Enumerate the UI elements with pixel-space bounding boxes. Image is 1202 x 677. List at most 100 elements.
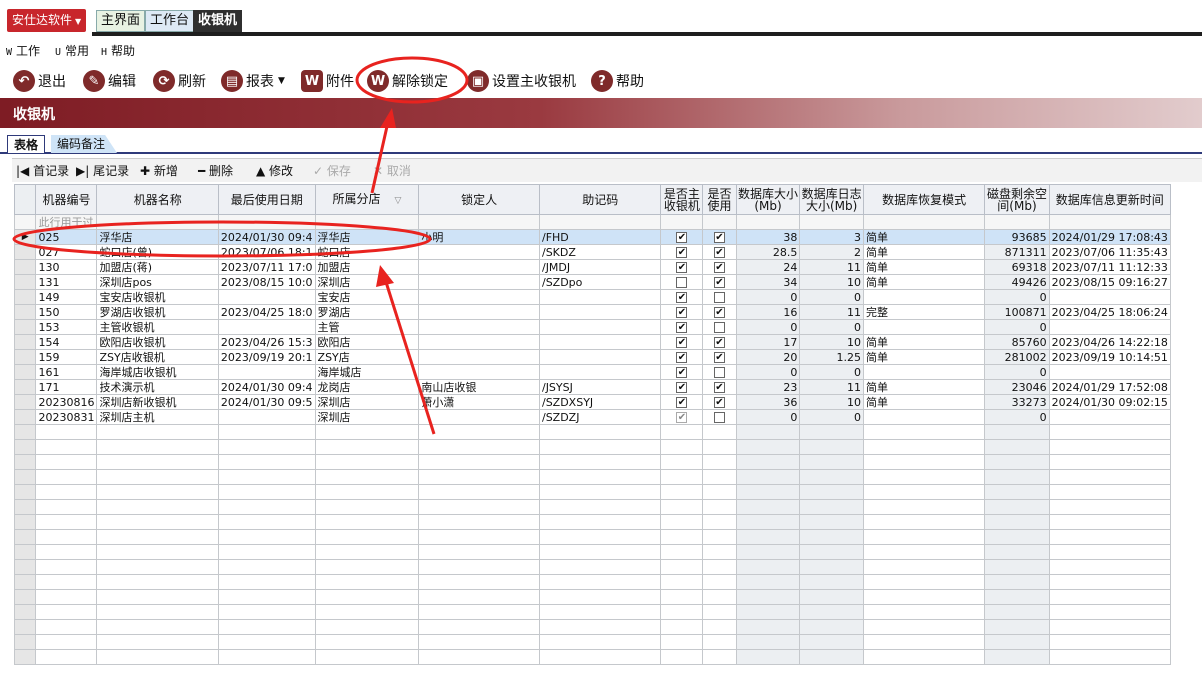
cell-log-size[interactable]: 11 [799, 379, 865, 395]
cell-disk-free[interactable]: 23046 [984, 379, 1050, 395]
row-indicator[interactable] [14, 349, 37, 365]
menu-help[interactable]: H 帮助 [101, 42, 135, 62]
cell-branch[interactable]: 罗湖店 [314, 304, 420, 320]
table-row[interactable]: ▶ 025 浮华店 2024/01/30 09:4 浮华店 小明/FHD ✔ ✔ 38 3 简单 93… [14, 229, 1171, 245]
cell-machine-name[interactable]: 欧阳店收银机 [96, 334, 219, 350]
table-row[interactable]: 153 主管收银机 主管 ✔ 0 0 0 [14, 319, 1171, 335]
checkbox-unchecked[interactable] [714, 322, 725, 333]
row-indicator[interactable] [14, 274, 37, 290]
cell-machine-name[interactable]: 宝安店收银机 [96, 289, 219, 305]
cell-machine-id[interactable]: 161 [35, 364, 98, 380]
cell-last-used[interactable] [217, 364, 316, 380]
table-row[interactable]: 20230816 深圳店新收银机 2024/01/30 09:5 深圳店 萧小潇/SZD… [14, 394, 1171, 410]
table-row[interactable]: 171 技术演示机 2024/01/30 09:4 龙岗店 南山店收银/JSYSJ ✔ ✔ 2… [14, 379, 1171, 395]
cell-disk-free[interactable]: 0 [984, 289, 1050, 305]
cell-branch[interactable]: 加盟店 [314, 259, 420, 275]
row-indicator[interactable] [14, 394, 37, 410]
row-indicator[interactable] [14, 364, 37, 380]
cell-code[interactable]: /JMDJ [538, 259, 662, 275]
checkbox-cell[interactable]: ✔ [660, 259, 704, 275]
help-button[interactable]: ? 帮助 [591, 68, 644, 94]
cell-branch[interactable]: 浮华店 [314, 229, 420, 245]
cell-recovery-mode[interactable] [863, 289, 986, 305]
cell-machine-name[interactable]: 深圳店新收银机 [96, 394, 219, 410]
menu-work[interactable]: W 工作 [6, 42, 40, 62]
cell-machine-id[interactable]: 027 [35, 244, 98, 260]
checkbox-cell[interactable]: ✔ [702, 304, 737, 320]
first-record-button[interactable]: |◀ 首记录 [16, 162, 69, 180]
cell-locker[interactable]: 南山店收银 [418, 379, 540, 395]
cell-db-size[interactable]: 17 [735, 334, 801, 350]
cell-locker[interactable] [418, 289, 540, 305]
checkbox-cell[interactable]: ✔ [660, 409, 704, 425]
filter-cell[interactable] [863, 214, 986, 230]
cell-log-size[interactable]: 3 [799, 229, 865, 245]
checkbox-cell[interactable]: ✔ [702, 349, 737, 365]
cell-locker[interactable] [418, 409, 540, 425]
cell-updated-time[interactable]: 2024/01/30 09:02:15 [1048, 394, 1171, 410]
cell-log-size[interactable]: 10 [799, 274, 865, 290]
col-header[interactable]: 最后使用日期 [217, 184, 316, 215]
cell-last-used[interactable] [217, 409, 316, 425]
table-row[interactable]: 149 宝安店收银机 宝安店 ✔ 0 0 0 [14, 289, 1171, 305]
filter-cell[interactable] [1048, 214, 1171, 230]
last-record-button[interactable]: ▶| 尾记录 [76, 162, 129, 180]
table-row[interactable]: 027 蛇口店(曾) 2023/07/06 18:1 蛇口店/SKDZ ✔ ✔ 28.5 2 简… [14, 244, 1171, 260]
row-indicator[interactable] [14, 244, 37, 260]
cell-recovery-mode[interactable]: 简单 [863, 334, 986, 350]
checkbox-checked[interactable]: ✔ [714, 232, 725, 243]
cell-machine-id[interactable]: 20230816 [35, 394, 98, 410]
checkbox-checked[interactable]: ✔ [676, 337, 688, 348]
checkbox-checked[interactable]: ✔ [676, 352, 688, 363]
cell-locker[interactable] [418, 349, 540, 365]
cell-updated-time[interactable]: 2023/09/19 10:14:51 [1048, 349, 1171, 365]
cell-updated-time[interactable]: 2023/07/11 11:12:33 [1048, 259, 1171, 275]
row-indicator[interactable] [14, 259, 37, 275]
filter-cell[interactable] [984, 214, 1050, 230]
cell-machine-id[interactable]: 171 [35, 379, 98, 395]
cell-machine-id[interactable]: 20230831 [35, 409, 98, 425]
cell-code[interactable]: /SZDZJ [538, 409, 662, 425]
cell-machine-name[interactable]: 罗湖店收银机 [96, 304, 219, 320]
cell-db-size[interactable]: 16 [735, 304, 801, 320]
checkbox-checked[interactable]: ✔ [676, 412, 688, 423]
cell-last-used[interactable]: 2024/01/30 09:4 [217, 379, 316, 395]
cell-machine-id[interactable]: 153 [35, 319, 98, 335]
cell-machine-name[interactable]: 深圳店pos [96, 274, 219, 290]
table-row[interactable]: 130 加盟店(蒋) 2023/07/11 17:0 加盟店/JMDJ ✔ ✔ 24 11 简单… [14, 259, 1171, 275]
cell-machine-id[interactable]: 159 [35, 349, 98, 365]
table-row[interactable]: 150 罗湖店收银机 2023/04/25 18:0 罗湖店 ✔ ✔ 16 11 完整 10087… [14, 304, 1171, 320]
cell-log-size[interactable]: 1.25 [799, 349, 865, 365]
checkbox-cell[interactable] [702, 409, 737, 425]
cell-disk-free[interactable]: 0 [984, 409, 1050, 425]
filter-cell[interactable] [799, 214, 865, 230]
edit-button[interactable]: ✎ 编辑 [83, 68, 136, 94]
checkbox-cell[interactable]: ✔ [660, 289, 704, 305]
col-header[interactable]: 是否主收银机 [660, 184, 704, 215]
cell-recovery-mode[interactable]: 简单 [863, 349, 986, 365]
cell-last-used[interactable]: 2023/04/26 15:3 [217, 334, 316, 350]
cell-disk-free[interactable]: 49426 [984, 274, 1050, 290]
checkbox-cell[interactable]: ✔ [660, 379, 704, 395]
checkbox-checked[interactable]: ✔ [676, 382, 688, 393]
table-row[interactable]: 159 ZSY店收银机 2023/09/19 20:1 ZSY店 ✔ ✔ 20 1.25 简单 2… [14, 349, 1171, 365]
cell-last-used[interactable]: 2023/07/11 17:0 [217, 259, 316, 275]
add-button[interactable]: ✚ 新增 [140, 162, 178, 180]
cell-disk-free[interactable]: 33273 [984, 394, 1050, 410]
row-indicator[interactable] [14, 409, 37, 425]
checkbox-checked[interactable]: ✔ [676, 367, 688, 378]
cell-db-size[interactable]: 28.5 [735, 244, 801, 260]
filter-cell[interactable] [702, 214, 737, 230]
cell-recovery-mode[interactable] [863, 409, 986, 425]
checkbox-cell[interactable]: ✔ [660, 349, 704, 365]
cell-updated-time[interactable]: 2024/01/29 17:08:43 [1048, 229, 1171, 245]
cell-log-size[interactable]: 11 [799, 304, 865, 320]
cell-updated-time[interactable] [1048, 409, 1171, 425]
checkbox-cell[interactable]: ✔ [702, 334, 737, 350]
cell-db-size[interactable]: 36 [735, 394, 801, 410]
row-indicator[interactable] [14, 319, 37, 335]
cell-recovery-mode[interactable]: 简单 [863, 274, 986, 290]
unlock-button[interactable]: W 解除锁定 [367, 68, 448, 94]
cell-code[interactable]: /JSYSJ [538, 379, 662, 395]
row-indicator[interactable] [14, 289, 37, 305]
